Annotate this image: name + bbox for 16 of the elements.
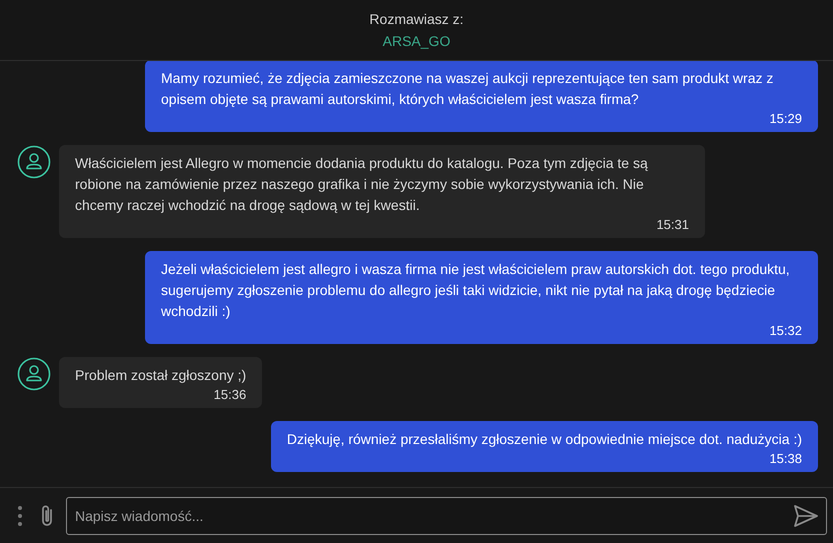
- send-icon[interactable]: [793, 504, 819, 528]
- message-time: 15:32: [769, 322, 802, 340]
- user-avatar-icon: [17, 357, 51, 391]
- message-input[interactable]: Napisz wiadomość...: [66, 496, 827, 534]
- message-time: 15:38: [769, 450, 802, 468]
- contact-name: ARSA_GO: [382, 32, 450, 51]
- user-avatar-icon: [17, 145, 51, 179]
- message-text: Problem został zgłoszony ;): [75, 366, 246, 385]
- message-text: Jeżeli właścicielem jest allegro i wasza firma nie jest właścicielem praw autorskich dot. tego produktu, sugerujemy zgłoszenie problemu do allegro jeśli taki widzicie, nikt nie pytał na jaką drogę będziecie wchodzili :): [161, 260, 791, 321]
- message-text: Dziękuję, również przesłaliśmy zgłoszenie w odpowiednie miejsce dot. nadużycia :): [286, 430, 802, 449]
- message-text: Właścicielem jest Allegro w momencie dodania produktu do katalogu. Poza tym zdjęcia te są robione na zamówienie przez naszego grafika i nie życzymy sobie wykorzystywania ich. Nie chcemy raczej wchodzić na drogę sądową w tej kwestii.: [75, 154, 649, 215]
- message-time: 15:36: [214, 386, 246, 404]
- message-text: Mamy rozumieć, że zdjęcia zamieszczone na waszej aukcji reprezentujące ten sam produkt wraz z opisem objęte są prawami autorskimi, których właścicielem jest wasza firma?: [161, 69, 774, 109]
- message-time: 15:31: [656, 216, 689, 234]
- message-time: 15:29: [769, 110, 802, 128]
- header-label: Rozmawiasz z:: [369, 10, 464, 29]
